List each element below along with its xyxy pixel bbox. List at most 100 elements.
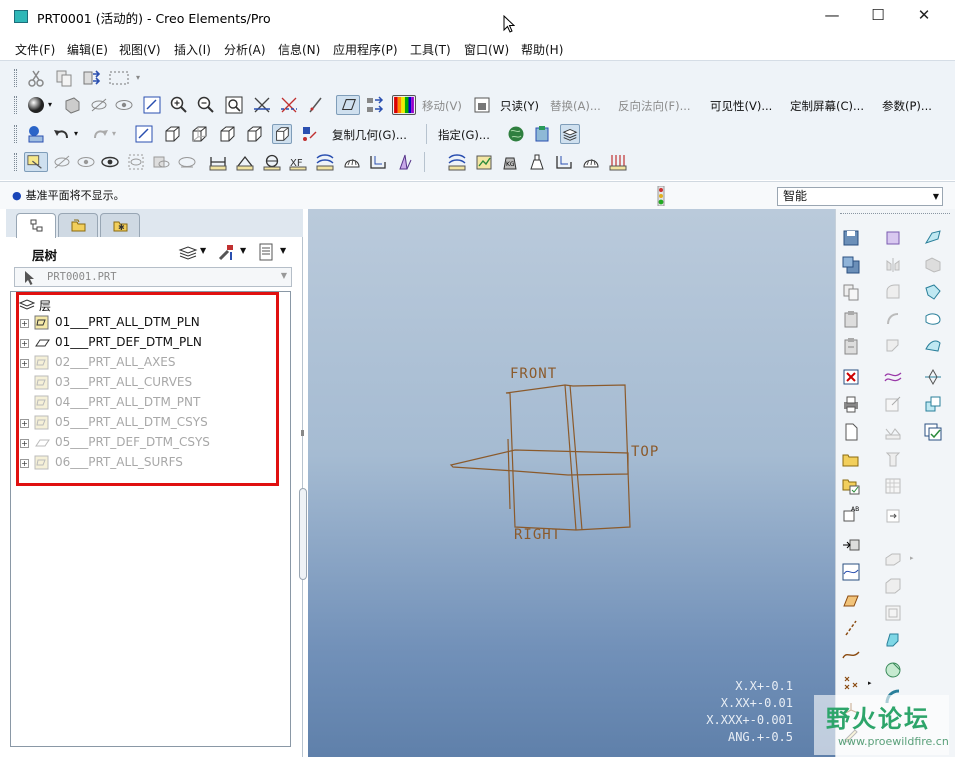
- merge-icon[interactable]: [924, 395, 942, 413]
- selection-box-icon[interactable]: [108, 68, 136, 88]
- regenerate-icon[interactable]: [134, 124, 154, 144]
- shading-cube-icon[interactable]: [272, 124, 292, 144]
- blend-icon[interactable]: [884, 661, 902, 679]
- hole-icon[interactable]: [884, 577, 902, 595]
- sketch-curve-icon[interactable]: [842, 563, 860, 581]
- reverse-normal-button[interactable]: 反向法向(F)...: [618, 98, 691, 114]
- copy-geometry-button[interactable]: 复制几何(G)...: [332, 127, 407, 143]
- draft-icon[interactable]: [395, 152, 415, 172]
- menu-analysis[interactable]: 分析(A): [224, 41, 266, 58]
- globe-icon[interactable]: [506, 124, 526, 144]
- style-surface-icon[interactable]: [924, 283, 942, 301]
- eye-show-icon[interactable]: [76, 152, 96, 172]
- datum-points-toggle-icon[interactable]: [306, 95, 326, 115]
- parameters-button[interactable]: 参数(P)...: [882, 98, 932, 114]
- save-copy-icon[interactable]: [842, 256, 860, 274]
- wireframe-cube-icon[interactable]: [189, 124, 209, 144]
- datum-axes-toggle-icon[interactable]: [279, 95, 299, 115]
- tab-favorites[interactable]: ✱: [100, 213, 140, 237]
- shading-sphere-icon[interactable]: [26, 95, 46, 115]
- paste-special-icon[interactable]: [842, 337, 860, 355]
- short-edge-icon[interactable]: [554, 152, 574, 172]
- chamfer-icon[interactable]: [884, 310, 902, 328]
- layer-toggle-icon[interactable]: [364, 95, 384, 115]
- read-only-button[interactable]: 只读(Y): [500, 98, 539, 114]
- chevron-down-icon[interactable]: ▼: [280, 246, 286, 255]
- rename-icon[interactable]: AB: [842, 505, 860, 523]
- boundary-blend-icon[interactable]: [924, 229, 942, 247]
- menu-tools[interactable]: 工具(T): [410, 41, 451, 58]
- graph-analysis-icon[interactable]: [474, 152, 494, 172]
- revolve-icon[interactable]: [884, 631, 902, 649]
- mirror-plane-icon[interactable]: [924, 368, 942, 386]
- delete-icon[interactable]: [842, 368, 860, 386]
- read-only-icon[interactable]: [472, 95, 492, 115]
- toolbar-grip[interactable]: [14, 69, 17, 87]
- insert-arrow-icon[interactable]: [884, 507, 902, 525]
- hidden-cube-icon[interactable]: [217, 124, 237, 144]
- toolbar-grip[interactable]: [14, 96, 17, 114]
- show-menu-icon[interactable]: [256, 242, 276, 262]
- offset-icon[interactable]: [368, 152, 388, 172]
- solidify-check-icon[interactable]: [924, 423, 942, 441]
- chevron-down-icon[interactable]: ▼: [240, 246, 246, 255]
- layers-icon[interactable]: [560, 124, 580, 144]
- toolbar-grip[interactable]: [14, 153, 17, 171]
- draft-feature-icon[interactable]: [884, 604, 902, 622]
- assign-button[interactable]: 指定(G)...: [438, 127, 490, 143]
- clearance-icon[interactable]: [608, 152, 628, 172]
- print-icon[interactable]: [842, 395, 860, 413]
- mirror-icon[interactable]: [884, 256, 902, 274]
- tab-folder-browser[interactable]: [58, 213, 98, 237]
- copy-geometry-icon[interactable]: [300, 124, 320, 144]
- variable-section-icon[interactable]: [924, 256, 942, 274]
- chevron-down-icon[interactable]: ▼: [200, 246, 206, 255]
- datum-planes-toggle-icon[interactable]: [252, 95, 272, 115]
- model-tree-icon[interactable]: [26, 124, 46, 144]
- flyout-arrow-icon[interactable]: ▸: [868, 679, 872, 687]
- model-setup-icon[interactable]: [532, 124, 552, 144]
- eye-dark-icon[interactable]: [100, 152, 120, 172]
- angle-measure-icon[interactable]: [235, 152, 255, 172]
- round-icon[interactable]: [884, 283, 902, 301]
- menu-edit[interactable]: 编辑(E): [67, 41, 108, 58]
- shell-icon[interactable]: [884, 337, 902, 355]
- paste-special-icon[interactable]: [81, 68, 101, 88]
- graphics-viewport[interactable]: FRONT TOP RIGHT X.X+-0.1 X.XX+-0.01 X.XX…: [308, 209, 835, 757]
- eye-icon[interactable]: [114, 95, 134, 115]
- toolbar-grip[interactable]: [840, 213, 950, 215]
- cut-icon[interactable]: [26, 68, 46, 88]
- undo-icon[interactable]: [52, 124, 72, 144]
- minimize-button[interactable]: —: [809, 0, 855, 32]
- replace-button[interactable]: 替换(A)...: [550, 98, 601, 114]
- redraw-icon[interactable]: [142, 95, 162, 115]
- menu-file[interactable]: 文件(F): [15, 41, 55, 58]
- dropdown-arrow-icon[interactable]: ▾: [74, 124, 82, 144]
- new-icon[interactable]: [842, 423, 860, 441]
- flyout-arrow-icon[interactable]: ▸: [910, 554, 914, 562]
- layers-icon[interactable]: [178, 242, 198, 262]
- panel-resize-sash[interactable]: [299, 488, 307, 580]
- dropdown-arrow-icon[interactable]: ▾: [112, 124, 120, 144]
- show-component-icon[interactable]: [151, 152, 171, 172]
- redo-icon[interactable]: [90, 124, 110, 144]
- thickness-icon[interactable]: [581, 152, 601, 172]
- zoom-in-icon[interactable]: [169, 95, 189, 115]
- plane-display-icon[interactable]: [336, 95, 360, 115]
- show-all-icon[interactable]: [177, 152, 197, 172]
- menu-insert[interactable]: 插入(I): [174, 41, 211, 58]
- dropdown-arrow-icon[interactable]: ▾: [136, 68, 146, 88]
- extrude-icon[interactable]: [884, 550, 902, 568]
- selection-filter-dropdown[interactable]: 智能 ▼: [777, 187, 943, 206]
- close-button[interactable]: ✕: [901, 0, 947, 32]
- refit-icon[interactable]: [224, 95, 244, 115]
- menu-help[interactable]: 帮助(H): [521, 41, 563, 58]
- sweep-icon[interactable]: [884, 368, 902, 386]
- project-icon[interactable]: [884, 395, 902, 413]
- dropdown-arrow-icon[interactable]: ▾: [48, 95, 56, 115]
- section-icon[interactable]: [342, 152, 362, 172]
- menu-window[interactable]: 窗口(W): [464, 41, 509, 58]
- save-icon[interactable]: [842, 229, 860, 247]
- diameter-measure-icon[interactable]: [262, 152, 282, 172]
- hide-component-icon[interactable]: [126, 152, 146, 172]
